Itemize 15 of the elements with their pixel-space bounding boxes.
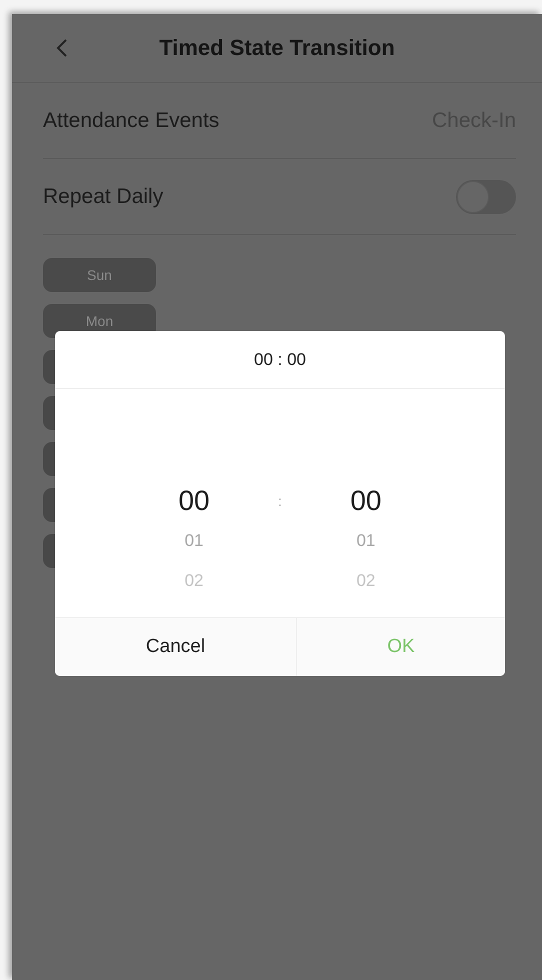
dialog-title: 00 : 00 <box>55 331 505 389</box>
cancel-button[interactable]: Cancel <box>55 618 297 676</box>
back-icon[interactable] <box>56 39 68 57</box>
time-option[interactable]: 01 <box>356 521 376 561</box>
time-separator: : <box>278 492 282 511</box>
setting-label: Repeat Daily <box>43 184 164 208</box>
ok-button[interactable]: OK <box>297 618 505 676</box>
day-button[interactable]: Sun <box>43 258 156 292</box>
time-option[interactable]: 01 <box>184 521 204 561</box>
time-option[interactable]: 00 <box>350 481 382 521</box>
time-option[interactable]: 02 <box>184 561 204 601</box>
page-title: Timed State Transition <box>159 35 395 61</box>
time-option[interactable]: 02 <box>356 561 376 601</box>
time-option[interactable]: 00 <box>178 481 210 521</box>
setting-label: Attendance Events <box>43 108 220 132</box>
